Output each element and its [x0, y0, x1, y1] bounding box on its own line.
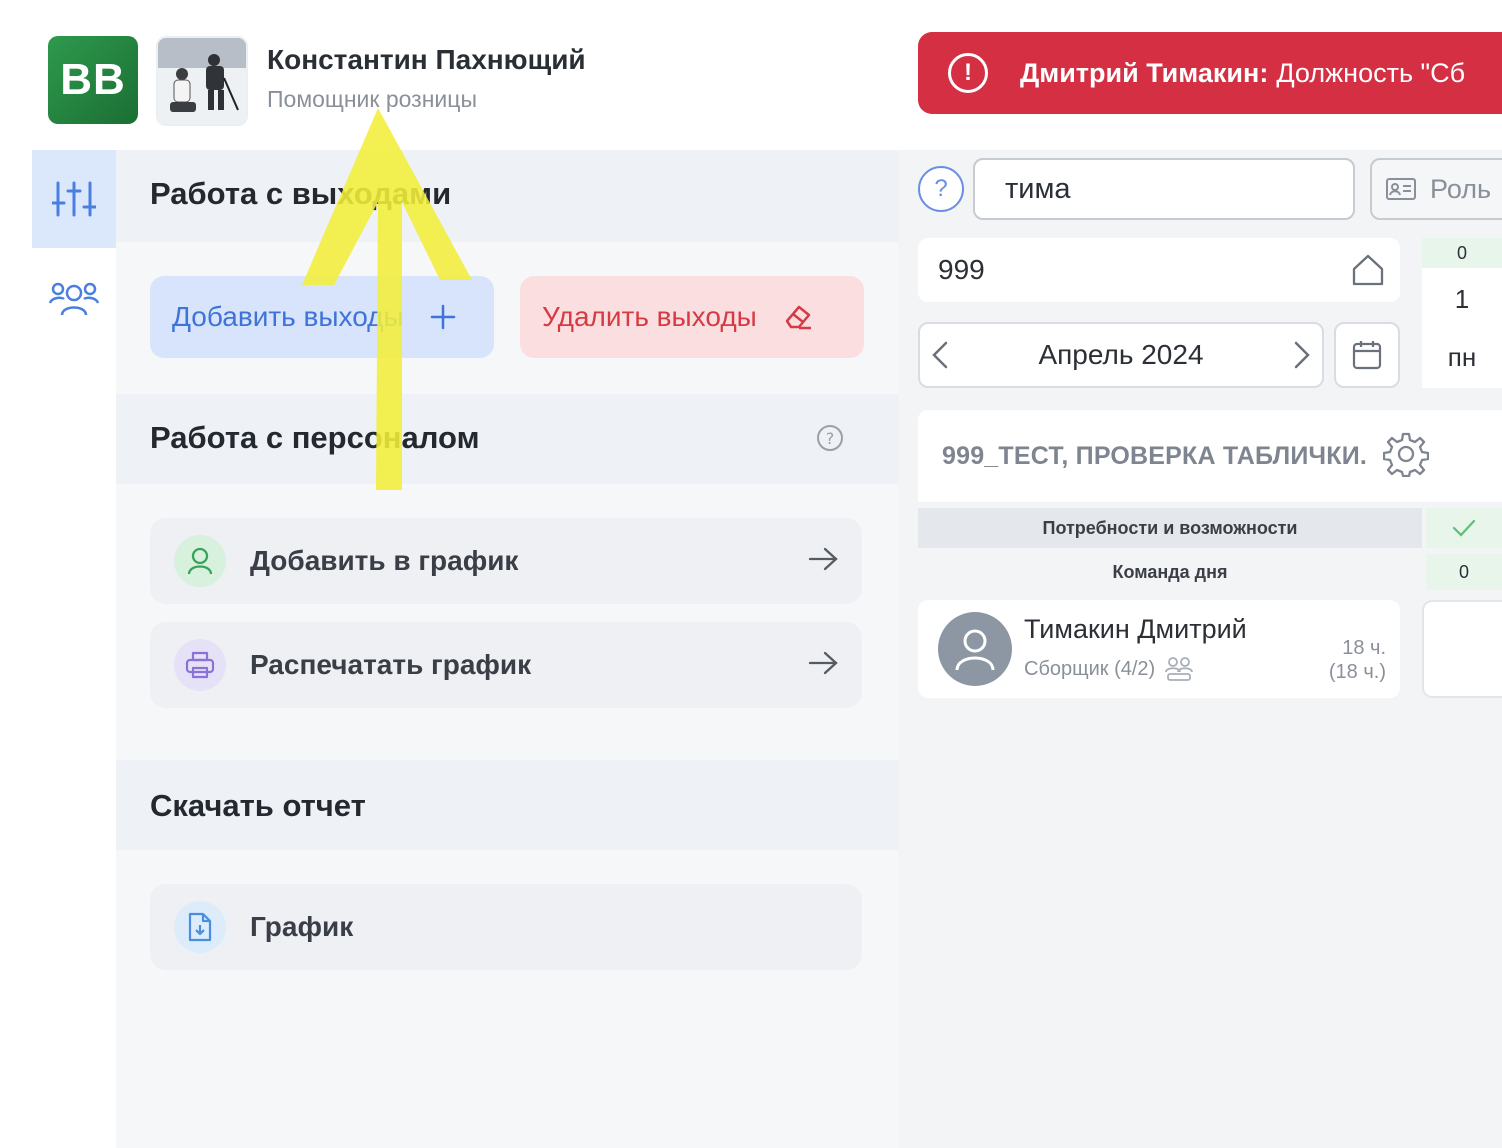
employee-hours-value: 18 ч. — [1342, 637, 1386, 659]
roles-filter-label: Роль — [1430, 173, 1492, 204]
sidebar-item-staff[interactable] — [32, 250, 116, 348]
employee-role: Сборщик (4/2) — [1024, 656, 1194, 682]
chevron-left-icon[interactable] — [930, 340, 950, 377]
sidebar — [32, 150, 116, 1148]
section-shifts-title: Работа с выходами — [150, 176, 452, 211]
employee-card[interactable]: Тимакин Дмитрий Сборщик (4/2) 18 ч. (18 … — [918, 600, 1400, 698]
gear-icon[interactable] — [1382, 431, 1430, 482]
logo-text: BB — [60, 55, 126, 104]
printer-icon — [174, 639, 226, 691]
users-icon — [48, 282, 100, 316]
current-month: Апрель 2024 — [1038, 339, 1204, 370]
section-report-title: Скачать отчет — [150, 788, 366, 823]
chevron-right-icon[interactable] — [1292, 340, 1312, 377]
employee-name: Тимакин Дмитрий — [1024, 614, 1247, 644]
add-shifts-label: Добавить выходы — [172, 301, 404, 332]
team-icon — [1165, 657, 1194, 681]
exclamation-icon: ! — [948, 53, 988, 93]
add-shifts-button[interactable]: Добавить выходы — [150, 276, 494, 358]
help-icon[interactable]: ? — [816, 424, 844, 457]
home-icon — [1350, 252, 1386, 295]
delete-shifts-label: Удалить выходы — [542, 301, 757, 332]
day-column-header: 0 1 пн — [1422, 238, 1502, 388]
shop-selector[interactable]: 999 — [918, 238, 1400, 302]
shop-code: 999 — [938, 254, 985, 285]
store-card: 999_ТЕСТ, ПРОВЕРКА ТАБЛИЧКИ. — [918, 410, 1502, 502]
day-number: 1 — [1454, 284, 1470, 314]
store-name: 999_ТЕСТ, ПРОВЕРКА ТАБЛИЧКИ. — [942, 441, 1368, 470]
delete-shifts-button[interactable]: Удалить выходы — [520, 276, 864, 358]
add-to-schedule-card[interactable]: Добавить в график — [150, 518, 862, 604]
employee-avatar-icon — [938, 612, 1012, 686]
user-avatar[interactable] — [158, 38, 246, 124]
employee-day-cell[interactable] — [1422, 600, 1502, 698]
alert-message: Должность "Сб — [1276, 57, 1466, 88]
employee-role-text: Сборщик (4/2) — [1024, 657, 1156, 680]
actions-panel: Работа с выходами Добавить выходы Удалит… — [116, 150, 898, 1148]
search-input[interactable] — [973, 158, 1355, 220]
employee-hours: 18 ч. (18 ч.) — [1329, 636, 1386, 684]
employee-hours-total: (18 ч.) — [1328, 661, 1386, 683]
day-total: 0 — [1422, 238, 1502, 268]
section-shifts-header: Работа с выходами — [116, 150, 898, 242]
download-schedule-card[interactable]: График — [150, 884, 862, 970]
hockey-photo-icon — [158, 38, 246, 124]
arrow-right-icon — [808, 546, 838, 577]
check-icon — [1426, 508, 1502, 548]
calendar-icon — [1352, 341, 1382, 370]
svg-text:?: ? — [826, 429, 835, 448]
calendar-button[interactable] — [1334, 322, 1400, 388]
section-staff-header: Работа с персоналом — [116, 394, 898, 484]
team-row-label: Команда дня — [1112, 561, 1228, 582]
section-staff-title: Работа с персоналом — [150, 420, 480, 455]
print-schedule-label: Распечатать график — [250, 649, 532, 680]
day-name: пн — [1447, 342, 1477, 372]
error-alert-banner[interactable]: ! Дмитрий Тимакин: Должность "Сб — [918, 32, 1502, 114]
app-logo: BB — [48, 36, 138, 124]
sliders-icon — [52, 181, 96, 217]
roles-filter-button[interactable]: Роль — [1370, 158, 1502, 220]
plus-icon — [430, 304, 456, 330]
add-to-schedule-label: Добавить в график — [250, 545, 519, 576]
arrow-right-icon — [808, 650, 838, 681]
user-icon — [174, 535, 226, 587]
question-text: ? — [934, 175, 948, 202]
download-schedule-label: График — [250, 911, 354, 942]
print-schedule-card[interactable]: Распечатать график — [150, 622, 862, 708]
id-card-icon — [1386, 178, 1416, 200]
month-picker[interactable]: Апрель 2024 — [918, 322, 1324, 388]
user-name: Константин Пахнющий — [267, 44, 586, 75]
eraser-icon — [783, 303, 813, 331]
team-row-value: 0 — [1426, 554, 1502, 590]
section-report-header: Скачать отчет — [116, 760, 898, 850]
sidebar-item-settings[interactable] — [32, 150, 116, 248]
alert-employee-name: Дмитрий Тимакин: — [1020, 57, 1269, 88]
user-role: Помощник розницы — [267, 86, 477, 112]
needs-row-label: Потребности и возможности — [918, 508, 1422, 548]
question-icon[interactable]: ? — [918, 166, 964, 212]
file-download-icon — [174, 901, 226, 953]
